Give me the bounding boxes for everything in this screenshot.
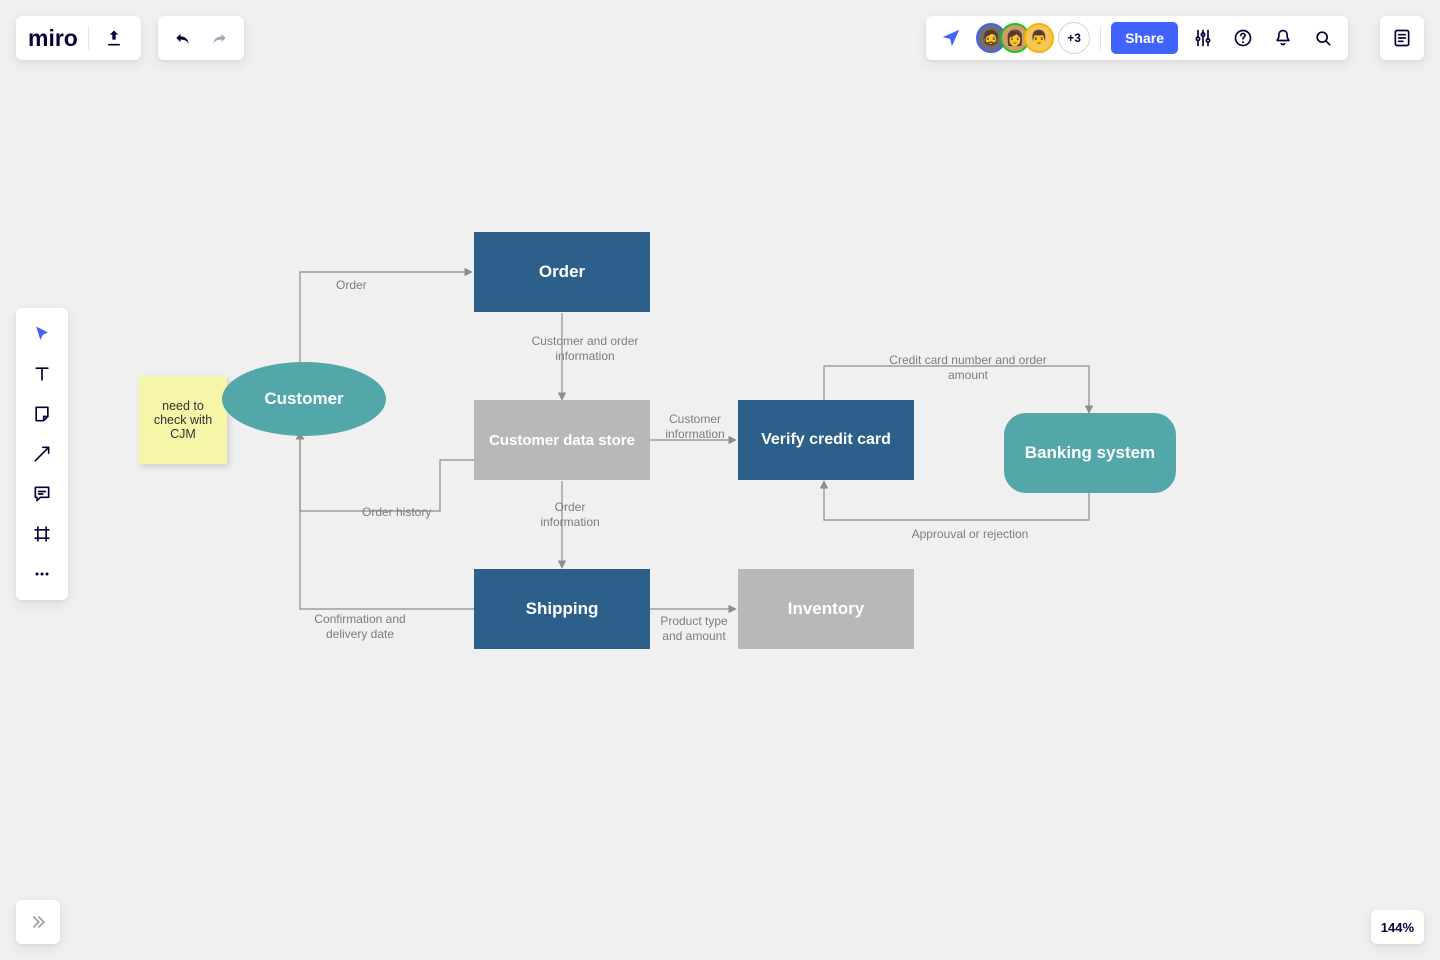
edge-label-cust-info: Customer information <box>656 412 734 442</box>
edge-label-product-type: Product type and amount <box>654 614 734 644</box>
edge-label-order-history: Order history <box>362 505 431 520</box>
edge-label-cc-number: Credit card number and order amount <box>868 353 1068 383</box>
canvas[interactable]: need to check with CJM Customer Order Cu… <box>0 0 1440 960</box>
chevrons-right-icon <box>28 912 48 932</box>
avatar-overflow[interactable]: +3 <box>1058 22 1090 54</box>
avatar-1-face: 🧔 <box>982 29 1001 47</box>
comment-icon <box>32 484 52 504</box>
undo-redo-panel <box>158 16 244 60</box>
edge-label-order-info: Order information <box>530 500 610 530</box>
notifications-button[interactable] <box>1268 23 1298 53</box>
app-logo[interactable]: miro <box>28 25 78 52</box>
help-icon <box>1233 28 1253 48</box>
node-order-label: Order <box>539 262 585 282</box>
avatars: 🧔 👩 👨 +3 <box>976 22 1090 54</box>
text-tool[interactable] <box>22 356 62 392</box>
notes-icon <box>1392 28 1412 48</box>
avatar-3[interactable]: 👨 <box>1024 23 1054 53</box>
node-shipping[interactable]: Shipping <box>474 569 650 649</box>
edge-label-cust-order-info: Customer and order information <box>525 334 645 364</box>
redo-icon <box>209 28 229 48</box>
cursor-send-icon <box>940 27 962 49</box>
edge-label-confirmation: Confirmation and delivery date <box>310 612 410 642</box>
node-cds-label: Customer data store <box>489 432 635 449</box>
divider <box>1100 26 1101 50</box>
edge-label-approval: Approuval or rejection <box>900 527 1040 542</box>
node-inventory-label: Inventory <box>788 599 865 619</box>
sticky-note[interactable]: need to check with CJM <box>139 376 227 464</box>
arrow-tool[interactable] <box>22 436 62 472</box>
redo-button[interactable] <box>204 23 234 53</box>
frame-icon <box>32 524 52 544</box>
more-icon <box>32 564 52 584</box>
node-verify-label: Verify credit card <box>761 431 891 449</box>
share-button[interactable]: Share <box>1111 22 1178 54</box>
avatar-3-face: 👨 <box>1030 29 1049 47</box>
arrow-icon <box>32 444 52 464</box>
help-button[interactable] <box>1228 23 1258 53</box>
sticky-note-text: need to check with CJM <box>147 399 219 441</box>
left-toolbar <box>16 308 68 600</box>
node-customer[interactable]: Customer <box>222 362 386 436</box>
select-tool[interactable] <box>22 316 62 352</box>
frame-tool[interactable] <box>22 516 62 552</box>
node-order[interactable]: Order <box>474 232 650 312</box>
edge-label-order: Order <box>336 278 367 293</box>
avatar-2-face: 👩 <box>1006 29 1025 47</box>
search-button[interactable] <box>1308 23 1338 53</box>
export-button[interactable] <box>99 23 129 53</box>
node-shipping-label: Shipping <box>526 599 599 619</box>
cursor-tool-button[interactable] <box>936 23 966 53</box>
search-icon <box>1313 28 1333 48</box>
node-bank-label: Banking system <box>1025 443 1155 463</box>
node-customer-label: Customer <box>264 389 343 409</box>
sticky-note-tool[interactable] <box>22 396 62 432</box>
diagram-edges <box>0 0 1440 960</box>
undo-icon <box>173 28 193 48</box>
sticky-icon <box>32 404 52 424</box>
sliders-icon <box>1193 28 1213 48</box>
undo-button[interactable] <box>168 23 198 53</box>
node-customer-data-store[interactable]: Customer data store <box>474 400 650 480</box>
upload-icon <box>104 28 124 48</box>
notes-panel-button[interactable] <box>1380 16 1424 60</box>
zoom-label: 144% <box>1381 920 1414 935</box>
more-tools[interactable] <box>22 556 62 592</box>
collab-panel: 🧔 👩 👨 +3 Share <box>926 16 1348 60</box>
node-inventory[interactable]: Inventory <box>738 569 914 649</box>
bell-icon <box>1273 28 1293 48</box>
select-cursor-icon <box>32 324 52 344</box>
settings-button[interactable] <box>1188 23 1218 53</box>
node-banking-system[interactable]: Banking system <box>1004 413 1176 493</box>
expand-panel-button[interactable] <box>16 900 60 944</box>
divider <box>88 26 89 50</box>
zoom-level[interactable]: 144% <box>1371 910 1424 944</box>
node-verify-credit-card[interactable]: Verify credit card <box>738 400 914 480</box>
app-menu-panel: miro <box>16 16 141 60</box>
text-icon <box>32 364 52 384</box>
comment-tool[interactable] <box>22 476 62 512</box>
